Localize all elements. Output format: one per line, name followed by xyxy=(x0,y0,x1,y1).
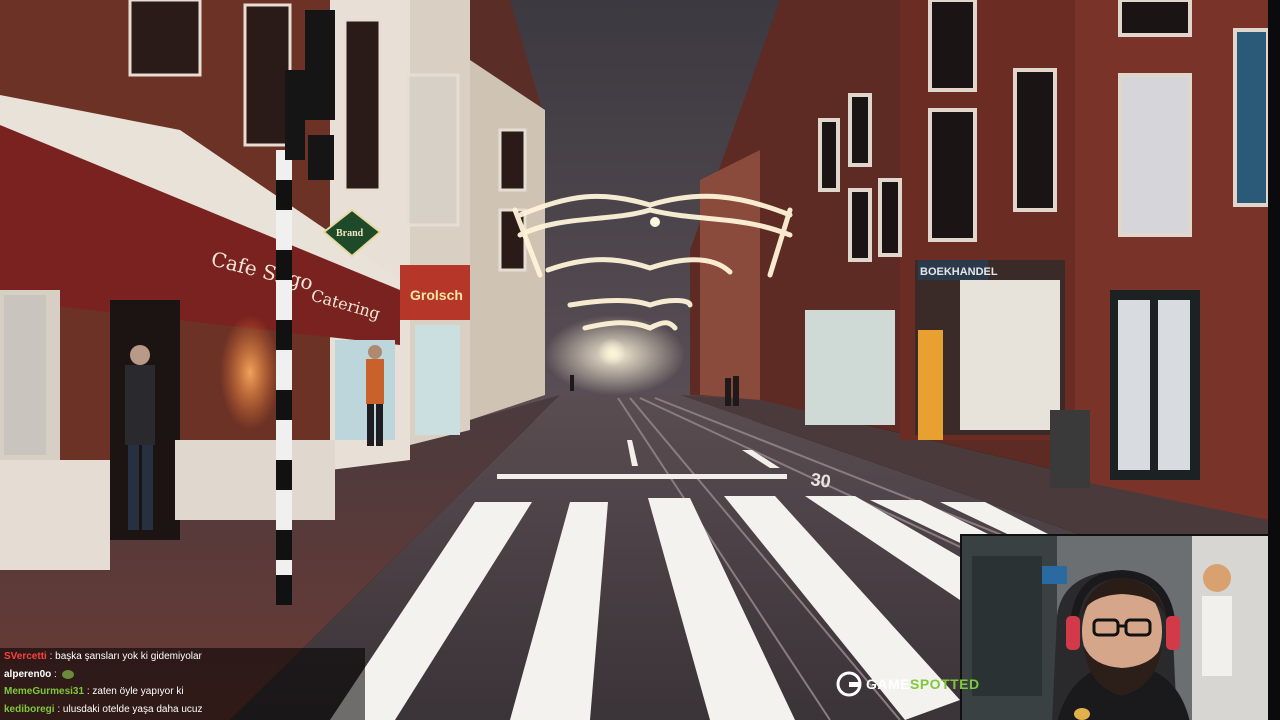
brand-name: GAME xyxy=(866,676,910,692)
shop-window-right xyxy=(805,310,895,425)
chat-username: SVercetti xyxy=(4,651,47,662)
grolsch-sign: Grolsch xyxy=(410,287,463,303)
trash-bin xyxy=(1050,410,1090,488)
chat-text: ulusdaki otelde yaşa daha ucuz xyxy=(62,704,203,715)
shop-window-2 xyxy=(415,325,460,435)
brand-suffix: SPOTTED xyxy=(910,676,980,692)
boekhandel-door xyxy=(918,330,943,440)
boekhandel-sign: BOEKHANDEL xyxy=(920,266,998,278)
right-far-building xyxy=(700,150,760,400)
chat-message: MemeGurmesi31 : zaten öyle yapıyor ki xyxy=(4,686,184,697)
gamespotted-logo-icon xyxy=(836,671,862,697)
chat-username: kediboregi xyxy=(4,704,55,715)
webcam-feed xyxy=(962,536,1268,720)
chat-text: zaten öyle yapıyor ki xyxy=(92,686,184,697)
door-glass-left xyxy=(1118,300,1150,470)
chat-message: SVercetti : başka şansları yok ki gidemi… xyxy=(4,651,202,662)
boekhandel-window xyxy=(960,280,1060,430)
cafe-base xyxy=(0,460,110,570)
chat-username: alperen0o xyxy=(4,669,52,680)
cafe-window xyxy=(4,295,46,455)
right-edge-bar xyxy=(1268,0,1280,720)
chat-text: başka şansları yok ki gidemiyolar xyxy=(55,651,202,662)
cafe-base-2 xyxy=(175,440,335,520)
emote-icon xyxy=(61,669,74,679)
chat-username: MemeGurmesi31 xyxy=(4,686,85,697)
chat-overlay: SVercetti : başka şansları yok ki gidemi… xyxy=(0,648,365,720)
door-glass-right xyxy=(1158,300,1190,470)
road-speed-marking: 30 xyxy=(809,469,832,492)
cafe-lit-window xyxy=(220,315,280,430)
webcam-overlay xyxy=(960,534,1268,720)
chat-message: alperen0o : xyxy=(4,669,74,681)
shop-window xyxy=(335,340,395,440)
chat-message: kediboregi : ulusdaki otelde yaşa daha u… xyxy=(4,704,203,715)
brand-sign-text: Brand xyxy=(336,228,364,239)
brand-watermark: GAME SPOTTED xyxy=(836,670,980,698)
